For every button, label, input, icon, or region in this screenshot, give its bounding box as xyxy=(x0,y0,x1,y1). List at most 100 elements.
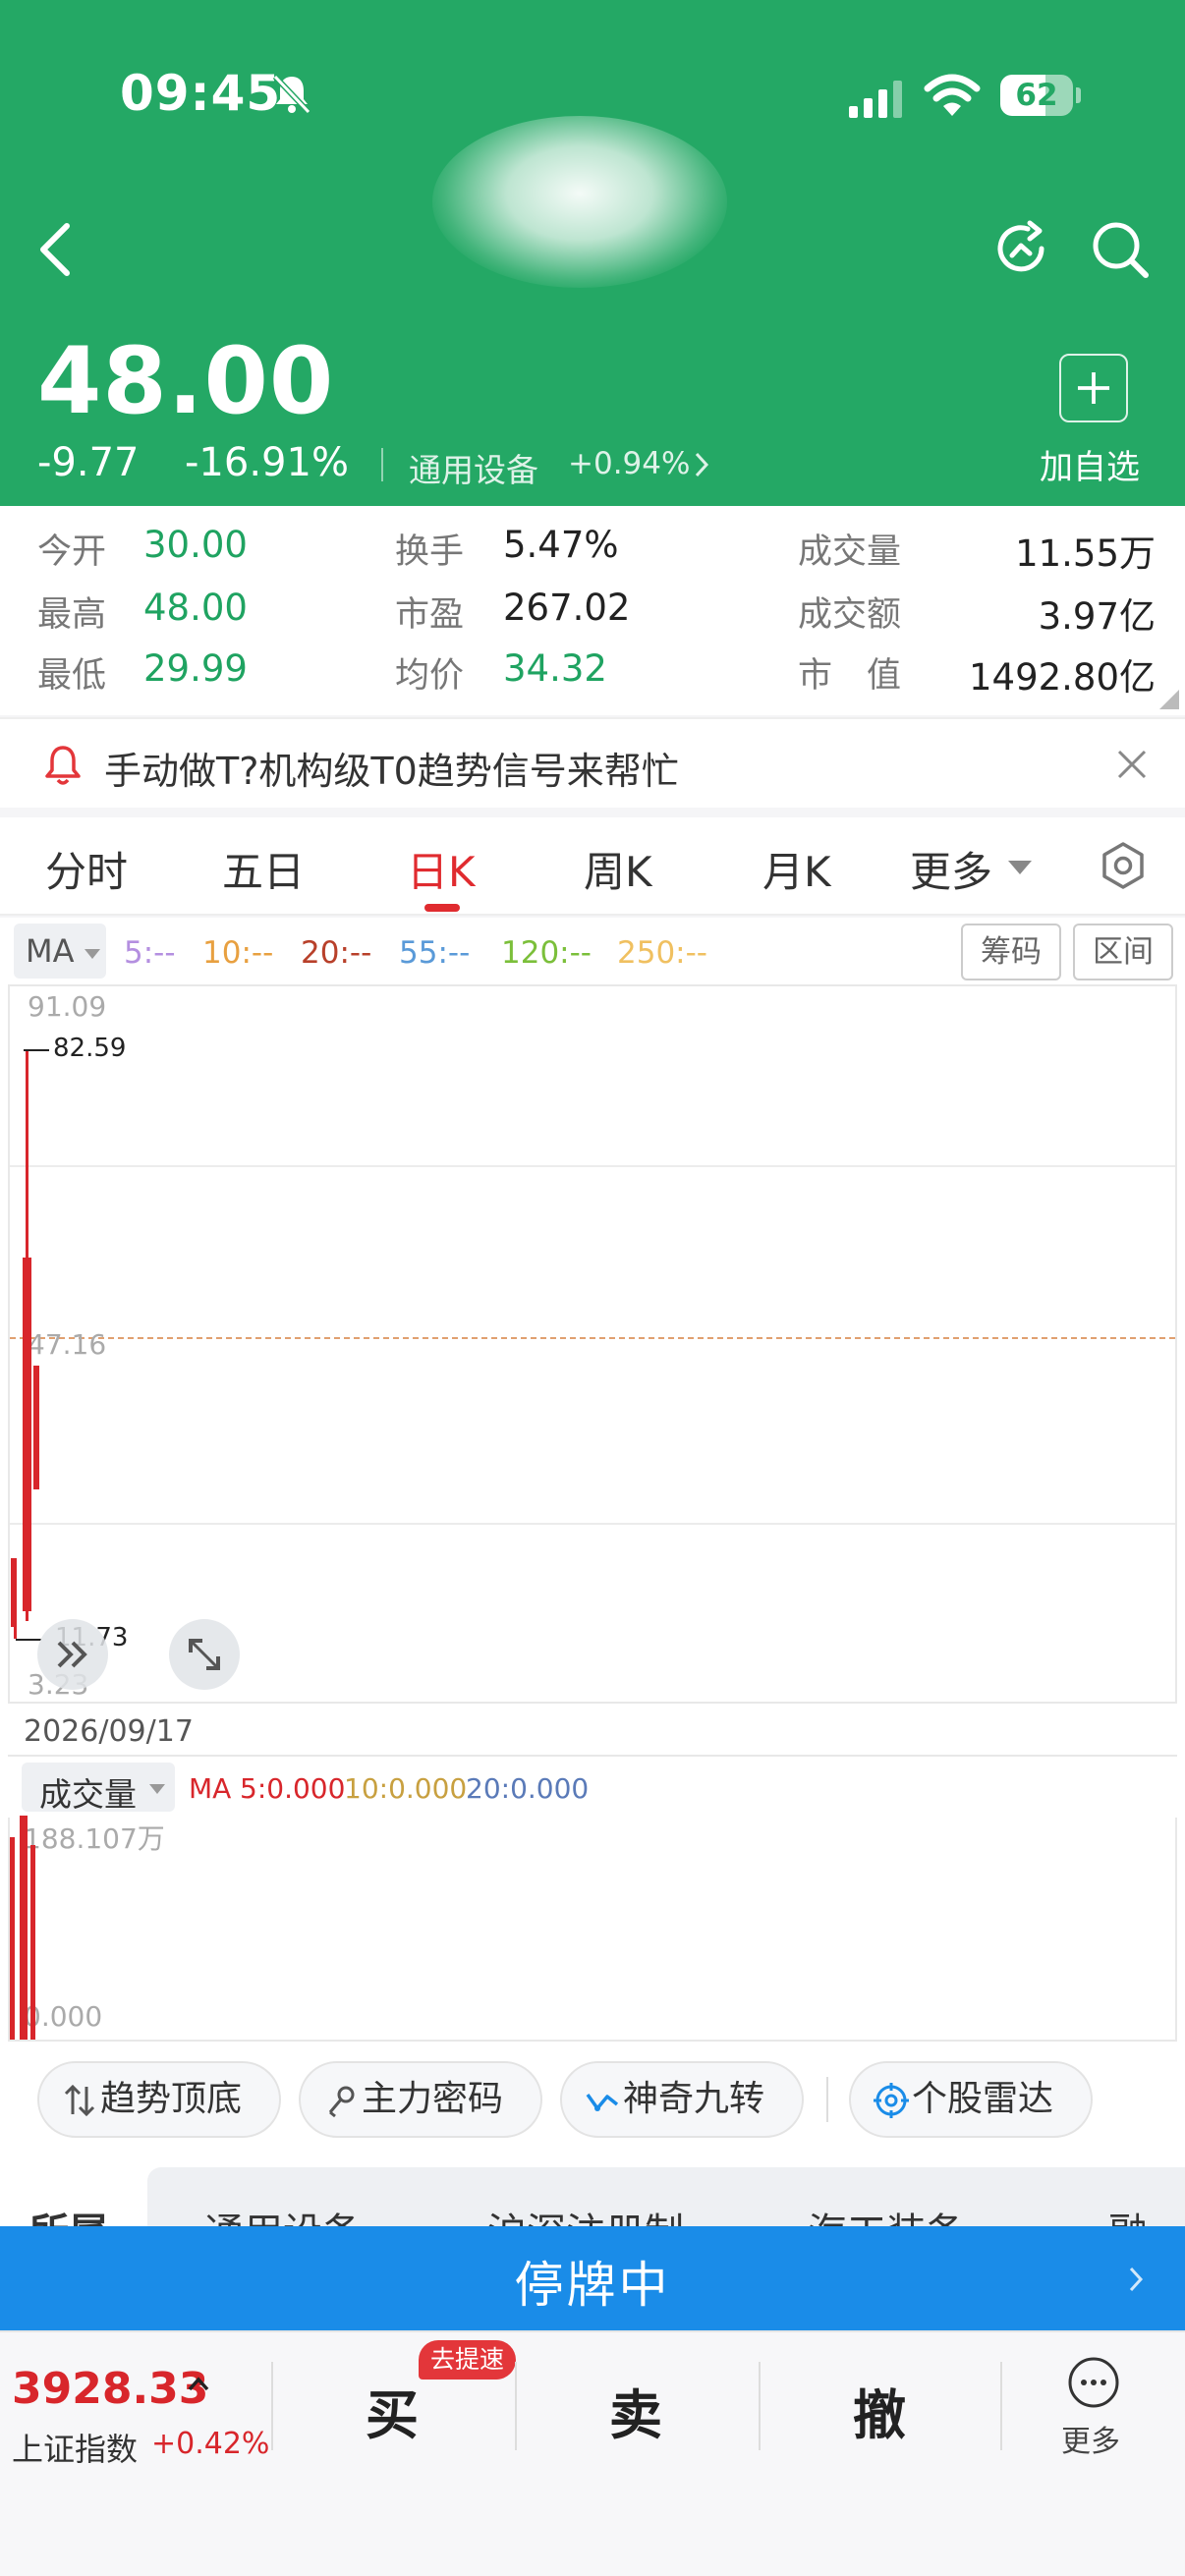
index-change: +0.42% xyxy=(151,2427,270,2461)
open-label: 今开 xyxy=(37,532,107,572)
pe-value: 267.02 xyxy=(503,587,631,629)
industry-tag[interactable]: 融资 xyxy=(1108,2201,1185,2226)
ma55-legend: 55:-- xyxy=(399,935,471,971)
active-tab-indicator xyxy=(424,904,460,912)
price-change-pct: -16.91% xyxy=(185,440,349,485)
index-value[interactable]: 3928.33 xyxy=(12,2364,208,2414)
ma-selector[interactable]: MA xyxy=(14,924,106,979)
period-tabs: 分时 五日 日K 周K 月K 更多 xyxy=(0,817,1185,916)
buy-button[interactable]: 买 xyxy=(366,2372,419,2449)
chevron-right-icon[interactable] xyxy=(692,450,711,479)
battery-indicator: 62 xyxy=(1000,75,1081,116)
wave-icon xyxy=(586,2093,619,2111)
bell-icon xyxy=(45,746,81,785)
halt-status-text: 停牌中 xyxy=(514,2257,671,2314)
range-button[interactable]: 区间 xyxy=(1073,924,1173,980)
tab-weekly-k[interactable]: 周K xyxy=(584,839,652,899)
promo-banner[interactable]: 手动做T?机构级T0趋势信号来帮忙 xyxy=(0,717,1185,808)
fast-forward-icon[interactable] xyxy=(37,1619,108,1690)
grid-line xyxy=(10,1165,1175,1167)
industry-tag[interactable]: 沪深注册制 xyxy=(487,2201,684,2226)
more-label[interactable]: 更多 xyxy=(1061,2417,1120,2460)
sector-link[interactable]: 通用设备 xyxy=(409,444,538,491)
volume-ma-label: MA xyxy=(189,1772,232,1805)
trend-arrows-icon xyxy=(64,2084,95,2117)
divider xyxy=(515,2362,517,2450)
tab-daily-k[interactable]: 日K xyxy=(407,839,476,899)
vol-ma20-legend: 20:0.000 xyxy=(466,1772,590,1805)
ma-selector-label: MA xyxy=(26,932,75,970)
chip-magic-nine[interactable]: 神奇九转 xyxy=(560,2061,804,2138)
index-name[interactable]: 上证指数 xyxy=(12,2425,138,2470)
tab-monthly-k[interactable]: 月K xyxy=(762,839,831,899)
feature-chips: 趋势顶底 主力密码 神奇九转 个股雷达 xyxy=(0,2042,1185,2167)
volume-selector[interactable]: 成交量 xyxy=(22,1763,175,1814)
cancel-order-button[interactable]: 撤 xyxy=(853,2372,906,2449)
chevron-right-icon xyxy=(1129,2267,1144,2292)
search-icon[interactable] xyxy=(1089,218,1152,281)
chip-trend-top-bottom[interactable]: 趋势顶底 xyxy=(37,2061,281,2138)
current-price: 48.00 xyxy=(37,328,335,435)
divider xyxy=(1000,2362,1002,2450)
more-dots-icon[interactable] xyxy=(1067,2356,1120,2409)
share-icon[interactable] xyxy=(990,218,1051,279)
divider xyxy=(8,1755,1177,1757)
turnover-label: 换手 xyxy=(395,532,465,572)
tab-five-day[interactable]: 五日 xyxy=(222,839,305,899)
pe-label: 市盈 xyxy=(395,595,465,635)
high-marker-label: 82.59 xyxy=(53,1034,127,1063)
divider xyxy=(826,2077,828,2122)
signal-icon xyxy=(849,81,902,118)
chip-distribution-button[interactable]: 筹码 xyxy=(961,924,1061,980)
turnover-value: 5.47% xyxy=(503,524,619,566)
close-icon[interactable] xyxy=(1114,747,1150,782)
mcap-label: 市 值 xyxy=(798,656,902,696)
sell-button[interactable]: 卖 xyxy=(609,2372,662,2449)
speed-badge[interactable]: 去提速 xyxy=(419,2340,517,2380)
candle xyxy=(11,1558,17,1627)
divider xyxy=(271,2362,273,2450)
high-label: 最高 xyxy=(37,595,107,635)
promo-text[interactable]: 手动做T?机构级T0趋势信号来帮忙 xyxy=(104,741,679,795)
volume-label: 成交量 xyxy=(798,532,902,572)
halt-status-bar[interactable]: 停牌中 xyxy=(0,2226,1185,2330)
ma120-legend: 120:-- xyxy=(501,935,592,971)
expand-icon[interactable] xyxy=(169,1619,240,1690)
back-icon[interactable] xyxy=(35,220,79,279)
stock-header: 09:45 62 48.00 -9.77 -16.91% 通用设备 +0.94%… xyxy=(0,0,1185,506)
axis-mid-label: 47.16 xyxy=(28,1328,107,1361)
tab-more[interactable]: 更多 xyxy=(910,839,992,899)
industry-tag[interactable]: 通用设备 xyxy=(204,2201,362,2226)
industry-tag[interactable]: 海工装备 xyxy=(808,2201,965,2226)
wifi-icon xyxy=(924,74,981,116)
blurred-stock-name xyxy=(432,116,727,288)
expand-corner-icon[interactable] xyxy=(1159,690,1179,709)
kline-chart[interactable]: 91.09 47.16 3.23 82.59 11.73 xyxy=(8,984,1177,1704)
divider xyxy=(759,2362,761,2450)
chevron-down-icon xyxy=(149,1784,165,1794)
crosshair-date: 2026/09/17 xyxy=(24,1714,194,1749)
volume-axis-bottom: 0.000 xyxy=(24,2000,103,2033)
chevron-down-icon[interactable] xyxy=(1008,861,1032,874)
status-time: 09:45 xyxy=(120,65,282,122)
add-watchlist-button[interactable] xyxy=(1059,354,1128,422)
volume-value: 11.55万 xyxy=(1015,532,1156,575)
volume-chart[interactable]: 188.107万 0.000 xyxy=(8,1816,1177,2042)
low-marker-line xyxy=(16,1639,41,1641)
tab-intraday[interactable]: 分时 xyxy=(45,839,128,899)
ma10-legend: 10:-- xyxy=(202,935,274,971)
grid-line xyxy=(10,1523,1175,1525)
volume-bar xyxy=(10,1837,15,2040)
amount-value: 3.97亿 xyxy=(1038,595,1156,638)
chip-main-force-code[interactable]: 主力密码 xyxy=(299,2061,542,2138)
sector-change[interactable]: +0.94% xyxy=(568,446,690,481)
bottom-trade-bar: 3928.33 上证指数 +0.42% 买 去提速 卖 撤 更多 xyxy=(0,2330,1185,2576)
add-watchlist-label[interactable]: 加自选 xyxy=(1040,440,1140,488)
low-label: 最低 xyxy=(37,656,107,696)
candle xyxy=(23,1258,31,1611)
chip-stock-radar[interactable]: 个股雷达 xyxy=(849,2061,1093,2138)
quote-grid: 今开 30.00 最高 48.00 最低 29.99 换手 5.47% 市盈 2… xyxy=(0,506,1185,715)
settings-icon[interactable] xyxy=(1099,841,1148,890)
divider xyxy=(381,448,383,481)
low-value: 29.99 xyxy=(143,647,248,690)
